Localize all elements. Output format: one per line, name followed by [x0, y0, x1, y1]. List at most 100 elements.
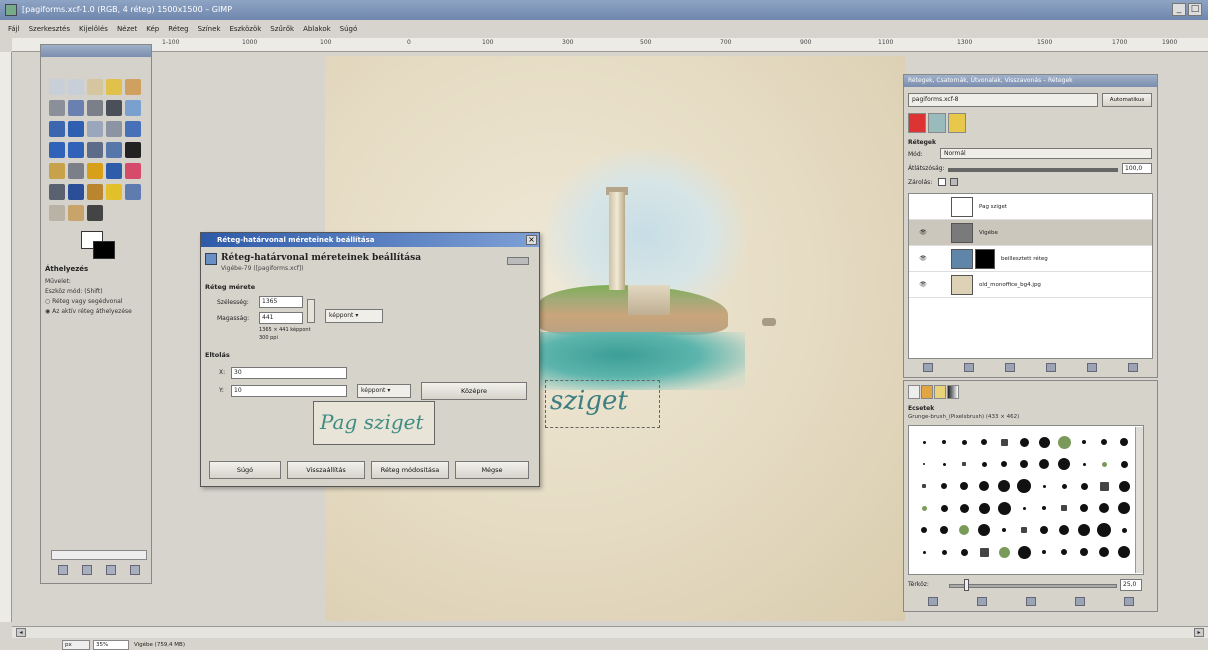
flip-icon[interactable] [106, 142, 122, 158]
restore-options-icon[interactable] [82, 565, 92, 575]
fg-bg-color-swatches[interactable] [81, 231, 117, 261]
toolbox-scrollbar[interactable] [51, 550, 147, 560]
menu-filters[interactable]: Szűrők [270, 22, 294, 36]
brush-preview[interactable] [935, 432, 953, 452]
opacity-input[interactable]: 100,0 [1122, 163, 1152, 174]
brush-preview[interactable] [1115, 520, 1133, 540]
brush-preview[interactable] [1095, 498, 1113, 518]
paintbrush-icon[interactable] [106, 163, 122, 179]
vertical-ruler[interactable] [0, 52, 12, 622]
brush-preview[interactable] [955, 432, 973, 452]
brush-preview[interactable] [1095, 454, 1113, 474]
duplicate-layer-icon[interactable] [1045, 363, 1056, 372]
text-icon[interactable] [125, 142, 141, 158]
resize-layer-button[interactable]: Réteg módosítása [371, 461, 449, 479]
brush-preview[interactable] [1075, 454, 1093, 474]
clone-icon[interactable] [87, 184, 103, 200]
free-select-icon[interactable] [87, 79, 103, 95]
brush-preview[interactable] [915, 476, 933, 496]
anchor-layer-icon[interactable] [1086, 363, 1097, 372]
brush-preview[interactable] [1075, 520, 1093, 540]
reset-button[interactable]: Visszaállítás [287, 461, 365, 479]
zoom-icon[interactable] [125, 100, 141, 116]
tab-channels[interactable] [928, 113, 946, 133]
brush-preview[interactable] [1095, 520, 1113, 540]
menu-tools[interactable]: Eszközök [229, 22, 261, 36]
refresh-brushes-icon[interactable] [1123, 597, 1134, 606]
horizontal-ruler[interactable]: 1-100 1000 100 0 100 300 500 700 900 110… [12, 38, 1208, 52]
brush-preview[interactable] [1075, 542, 1093, 562]
brush-preview[interactable] [995, 498, 1013, 518]
brush-preview[interactable] [915, 542, 933, 562]
layer-row-selected[interactable]: 👁 Vigébe [909, 220, 1152, 246]
brush-preview[interactable] [995, 432, 1013, 452]
brush-preview[interactable] [955, 542, 973, 562]
height-input[interactable]: 441 [259, 312, 303, 324]
tool-option-radio-layer[interactable]: ○ Réteg vagy segédvonal [45, 297, 149, 307]
shear-icon[interactable] [68, 142, 84, 158]
lock-alpha-checkbox[interactable] [950, 178, 958, 186]
new-brush-icon[interactable] [976, 597, 987, 606]
brush-preview[interactable] [995, 476, 1013, 496]
new-layer-icon[interactable] [923, 363, 934, 372]
brush-preview[interactable] [975, 542, 993, 562]
brush-preview[interactable] [935, 476, 953, 496]
menu-select[interactable]: Kijelölés [79, 22, 108, 36]
blend-icon[interactable] [68, 163, 84, 179]
bucket-fill-icon[interactable] [49, 163, 65, 179]
rect-select-icon[interactable] [49, 79, 65, 95]
fuzzy-select-icon[interactable] [106, 79, 122, 95]
brush-preview[interactable] [1035, 432, 1053, 452]
brush-preview[interactable] [1035, 498, 1053, 518]
background-color-swatch[interactable] [93, 241, 115, 259]
scissors-icon[interactable] [49, 100, 65, 116]
perspective-clone-icon[interactable] [125, 184, 141, 200]
lock-pixels-checkbox[interactable] [938, 178, 946, 186]
brush-preview[interactable] [935, 498, 953, 518]
visibility-toggle[interactable]: 👁 [915, 246, 931, 272]
paths-icon[interactable] [87, 100, 103, 116]
dodge-burn-icon[interactable] [87, 205, 103, 221]
brush-preview[interactable] [995, 542, 1013, 562]
brush-preview[interactable] [955, 520, 973, 540]
brush-preview[interactable] [915, 520, 933, 540]
brush-preview[interactable] [975, 498, 993, 518]
crop-icon[interactable] [106, 121, 122, 137]
brush-preview[interactable] [1055, 520, 1073, 540]
dialog-title-bar[interactable]: Réteg-határvonal méreteinek beállítása [201, 233, 539, 247]
y-offset-input[interactable]: 10 [231, 385, 347, 397]
scroll-left-button[interactable]: ◂ [16, 628, 26, 637]
brush-preview[interactable] [995, 454, 1013, 474]
x-offset-input[interactable]: 30 [231, 367, 347, 379]
airbrush-icon[interactable] [49, 184, 65, 200]
reset-options-icon[interactable] [130, 565, 140, 575]
brush-preview[interactable] [1095, 432, 1113, 452]
measure-icon[interactable] [49, 121, 65, 137]
brush-preview[interactable] [915, 432, 933, 452]
brush-preview[interactable] [1035, 476, 1053, 496]
scroll-right-button[interactable]: ▸ [1194, 628, 1204, 637]
tab-palettes[interactable] [947, 385, 959, 399]
canvas-text-layer[interactable]: sziget [545, 380, 660, 428]
opacity-slider[interactable] [948, 168, 1118, 172]
ellipse-select-icon[interactable] [68, 79, 84, 95]
menu-help[interactable]: Súgó [340, 22, 358, 36]
brush-preview[interactable] [1015, 498, 1033, 518]
visibility-toggle[interactable]: 👁 [915, 272, 931, 298]
brush-preview[interactable] [975, 520, 993, 540]
brush-preview[interactable] [1035, 520, 1053, 540]
brush-preview[interactable] [1055, 476, 1073, 496]
smudge-icon[interactable] [68, 205, 84, 221]
heal-icon[interactable] [106, 184, 122, 200]
tab-paths[interactable] [948, 113, 966, 133]
cancel-button[interactable]: Mégse [455, 461, 529, 479]
foreground-select-icon[interactable] [68, 100, 84, 116]
brush-preview[interactable] [935, 542, 953, 562]
brush-preview[interactable] [1075, 476, 1093, 496]
horizontal-scrollbar[interactable]: ◂ ▸ [12, 626, 1208, 638]
width-input[interactable]: 1365 [259, 296, 303, 308]
spacing-slider[interactable] [949, 584, 1117, 588]
brush-preview[interactable] [1095, 476, 1113, 496]
brush-preview[interactable] [1015, 432, 1033, 452]
brush-scrollbar[interactable] [1135, 427, 1143, 573]
